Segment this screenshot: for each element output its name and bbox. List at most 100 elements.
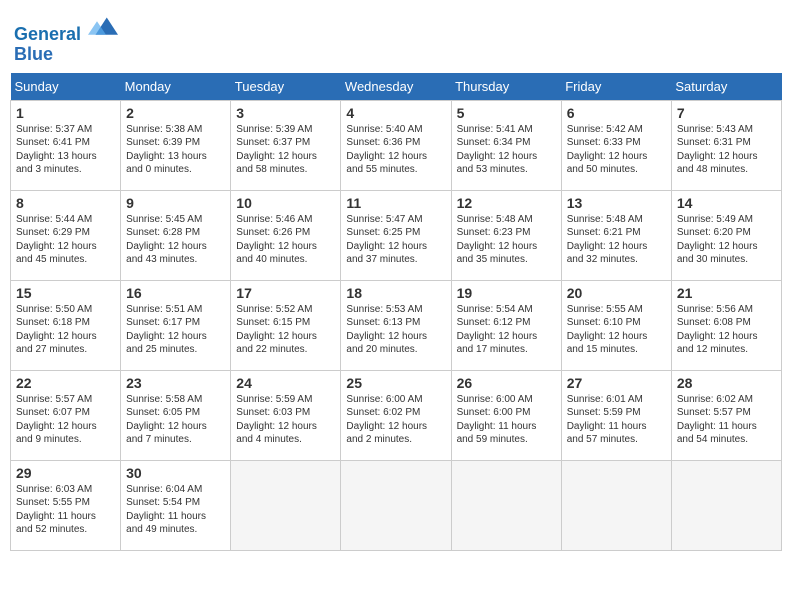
day-number: 12 <box>457 195 556 211</box>
calendar-cell: 1 Sunrise: 5:37 AMSunset: 6:41 PMDaylight… <box>11 100 121 190</box>
day-info: Sunrise: 5:38 AMSunset: 6:39 PMDaylight:… <box>126 123 225 177</box>
calendar-cell: 26Sunrise: 6:00 AMSunset: 6:00 PMDayligh… <box>451 370 561 460</box>
calendar-cell: 6 Sunrise: 5:42 AMSunset: 6:33 PMDaylight… <box>561 100 671 190</box>
logo-general: General <box>14 24 81 44</box>
day-info: Sunrise: 5:44 AMSunset: 6:29 PMDaylight:… <box>16 213 115 267</box>
day-info: Sunrise: 5:48 AMSunset: 6:21 PMDaylight:… <box>567 213 666 267</box>
day-info: Sunrise: 5:49 AMSunset: 6:20 PMDaylight:… <box>677 213 776 267</box>
day-number: 13 <box>567 195 666 211</box>
calendar-cell <box>561 460 671 550</box>
calendar-cell: 25 Sunrise: 6:00 AMSunset: 6:02 PMDayligh… <box>341 370 451 460</box>
header-sunday: Sunday <box>11 73 121 101</box>
day-info: Sunrise: 5:41 AMSunset: 6:34 PMDaylight:… <box>457 123 556 177</box>
calendar-table: SundayMondayTuesdayWednesdayThursdayFrid… <box>10 73 782 551</box>
day-number: 3 <box>236 105 335 121</box>
day-info: Sunrise: 5:48 AMSunset: 6:23 PMDaylight:… <box>457 213 556 267</box>
calendar-cell: 30Sunrise: 6:04 AMSunset: 5:54 PMDayligh… <box>121 460 231 550</box>
calendar-cell: 5 Sunrise: 5:41 AMSunset: 6:34 PMDaylight… <box>451 100 561 190</box>
calendar-cell: 9 Sunrise: 5:45 AMSunset: 6:28 PMDaylight… <box>121 190 231 280</box>
day-info: Sunrise: 5:37 AMSunset: 6:41 PMDaylight:… <box>16 123 115 177</box>
day-number: 25 <box>346 375 445 391</box>
page-header: General Blue <box>10 10 782 65</box>
day-info: Sunrise: 5:52 AMSunset: 6:15 PMDaylight:… <box>236 303 335 357</box>
calendar-cell: 18Sunrise: 5:53 AMSunset: 6:13 PMDayligh… <box>341 280 451 370</box>
day-number: 30 <box>126 465 225 481</box>
day-number: 5 <box>457 105 556 121</box>
calendar-week-5: 29 Sunrise: 6:03 AMSunset: 5:55 PMDayligh… <box>11 460 782 550</box>
day-info: Sunrise: 6:03 AMSunset: 5:55 PMDaylight:… <box>16 483 115 537</box>
header-saturday: Saturday <box>671 73 781 101</box>
calendar-cell: 29 Sunrise: 6:03 AMSunset: 5:55 PMDayligh… <box>11 460 121 550</box>
calendar-cell: 13 Sunrise: 5:48 AMSunset: 6:21 PMDayligh… <box>561 190 671 280</box>
day-info: Sunrise: 5:45 AMSunset: 6:28 PMDaylight:… <box>126 213 225 267</box>
day-number: 16 <box>126 285 225 301</box>
day-number: 4 <box>346 105 445 121</box>
logo-blue: Blue <box>14 44 53 64</box>
calendar-cell: 11 Sunrise: 5:47 AMSunset: 6:25 PMDayligh… <box>341 190 451 280</box>
calendar-cell: 8 Sunrise: 5:44 AMSunset: 6:29 PMDaylight… <box>11 190 121 280</box>
day-info: Sunrise: 5:59 AMSunset: 6:03 PMDaylight:… <box>236 393 335 447</box>
day-number: 7 <box>677 105 776 121</box>
day-info: Sunrise: 5:47 AMSunset: 6:25 PMDaylight:… <box>346 213 445 267</box>
calendar-cell <box>231 460 341 550</box>
day-number: 29 <box>16 465 115 481</box>
header-wednesday: Wednesday <box>341 73 451 101</box>
day-number: 8 <box>16 195 115 211</box>
day-number: 14 <box>677 195 776 211</box>
day-info: Sunrise: 5:58 AMSunset: 6:05 PMDaylight:… <box>126 393 225 447</box>
calendar-cell: 12 Sunrise: 5:48 AMSunset: 6:23 PMDayligh… <box>451 190 561 280</box>
calendar-cell: 23 Sunrise: 5:58 AMSunset: 6:05 PMDayligh… <box>121 370 231 460</box>
calendar-cell: 28Sunrise: 6:02 AMSunset: 5:57 PMDayligh… <box>671 370 781 460</box>
day-number: 2 <box>126 105 225 121</box>
calendar-cell: 14 Sunrise: 5:49 AMSunset: 6:20 PMDayligh… <box>671 190 781 280</box>
calendar-cell: 27 Sunrise: 6:01 AMSunset: 5:59 PMDayligh… <box>561 370 671 460</box>
day-number: 19 <box>457 285 556 301</box>
day-info: Sunrise: 5:54 AMSunset: 6:12 PMDaylight:… <box>457 303 556 357</box>
calendar-cell: 2 Sunrise: 5:38 AMSunset: 6:39 PMDaylight… <box>121 100 231 190</box>
calendar-cell <box>671 460 781 550</box>
calendar-header: SundayMondayTuesdayWednesdayThursdayFrid… <box>11 73 782 101</box>
calendar-cell: 3 Sunrise: 5:39 AMSunset: 6:37 PMDaylight… <box>231 100 341 190</box>
day-info: Sunrise: 5:40 AMSunset: 6:36 PMDaylight:… <box>346 123 445 177</box>
day-number: 6 <box>567 105 666 121</box>
day-number: 15 <box>16 285 115 301</box>
calendar-cell: 4 Sunrise: 5:40 AMSunset: 6:36 PMDaylight… <box>341 100 451 190</box>
day-info: Sunrise: 5:42 AMSunset: 6:33 PMDaylight:… <box>567 123 666 177</box>
day-info: Sunrise: 5:39 AMSunset: 6:37 PMDaylight:… <box>236 123 335 177</box>
calendar-cell: 22Sunrise: 5:57 AMSunset: 6:07 PMDayligh… <box>11 370 121 460</box>
day-info: Sunrise: 5:46 AMSunset: 6:26 PMDaylight:… <box>236 213 335 267</box>
calendar-week-2: 8 Sunrise: 5:44 AMSunset: 6:29 PMDaylight… <box>11 190 782 280</box>
day-number: 10 <box>236 195 335 211</box>
calendar-week-4: 22Sunrise: 5:57 AMSunset: 6:07 PMDayligh… <box>11 370 782 460</box>
day-info: Sunrise: 5:57 AMSunset: 6:07 PMDaylight:… <box>16 393 115 447</box>
day-number: 20 <box>567 285 666 301</box>
day-number: 11 <box>346 195 445 211</box>
day-info: Sunrise: 6:00 AMSunset: 6:02 PMDaylight:… <box>346 393 445 447</box>
header-thursday: Thursday <box>451 73 561 101</box>
calendar-cell: 16 Sunrise: 5:51 AMSunset: 6:17 PMDayligh… <box>121 280 231 370</box>
header-monday: Monday <box>121 73 231 101</box>
day-info: Sunrise: 5:50 AMSunset: 6:18 PMDaylight:… <box>16 303 115 357</box>
day-info: Sunrise: 5:53 AMSunset: 6:13 PMDaylight:… <box>346 303 445 357</box>
day-number: 9 <box>126 195 225 211</box>
day-number: 17 <box>236 285 335 301</box>
calendar-week-3: 15 Sunrise: 5:50 AMSunset: 6:18 PMDayligh… <box>11 280 782 370</box>
calendar-cell <box>451 460 561 550</box>
logo: General Blue <box>14 14 118 65</box>
day-info: Sunrise: 6:02 AMSunset: 5:57 PMDaylight:… <box>677 393 776 447</box>
calendar-cell: 19 Sunrise: 5:54 AMSunset: 6:12 PMDayligh… <box>451 280 561 370</box>
day-number: 27 <box>567 375 666 391</box>
calendar-cell <box>341 460 451 550</box>
day-number: 24 <box>236 375 335 391</box>
day-number: 1 <box>16 105 115 121</box>
day-info: Sunrise: 5:55 AMSunset: 6:10 PMDaylight:… <box>567 303 666 357</box>
day-info: Sunrise: 5:51 AMSunset: 6:17 PMDaylight:… <box>126 303 225 357</box>
calendar-cell: 17 Sunrise: 5:52 AMSunset: 6:15 PMDayligh… <box>231 280 341 370</box>
day-info: Sunrise: 6:01 AMSunset: 5:59 PMDaylight:… <box>567 393 666 447</box>
day-number: 23 <box>126 375 225 391</box>
day-info: Sunrise: 5:43 AMSunset: 6:31 PMDaylight:… <box>677 123 776 177</box>
calendar-cell: 10 Sunrise: 5:46 AMSunset: 6:26 PMDayligh… <box>231 190 341 280</box>
day-number: 21 <box>677 285 776 301</box>
calendar-cell: 24 Sunrise: 5:59 AMSunset: 6:03 PMDayligh… <box>231 370 341 460</box>
calendar-cell: 20 Sunrise: 5:55 AMSunset: 6:10 PMDayligh… <box>561 280 671 370</box>
